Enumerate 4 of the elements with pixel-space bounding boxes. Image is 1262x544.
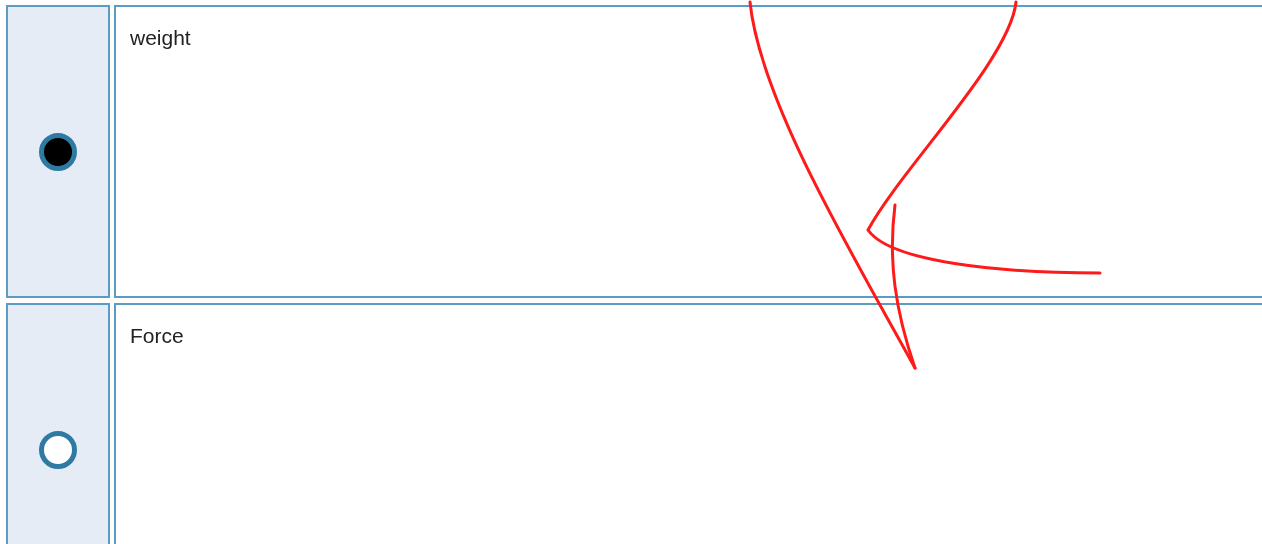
- radio-button[interactable]: [39, 430, 77, 469]
- radio-button[interactable]: [39, 132, 77, 171]
- option-label: weight: [130, 26, 191, 49]
- option-label: Force: [130, 324, 184, 347]
